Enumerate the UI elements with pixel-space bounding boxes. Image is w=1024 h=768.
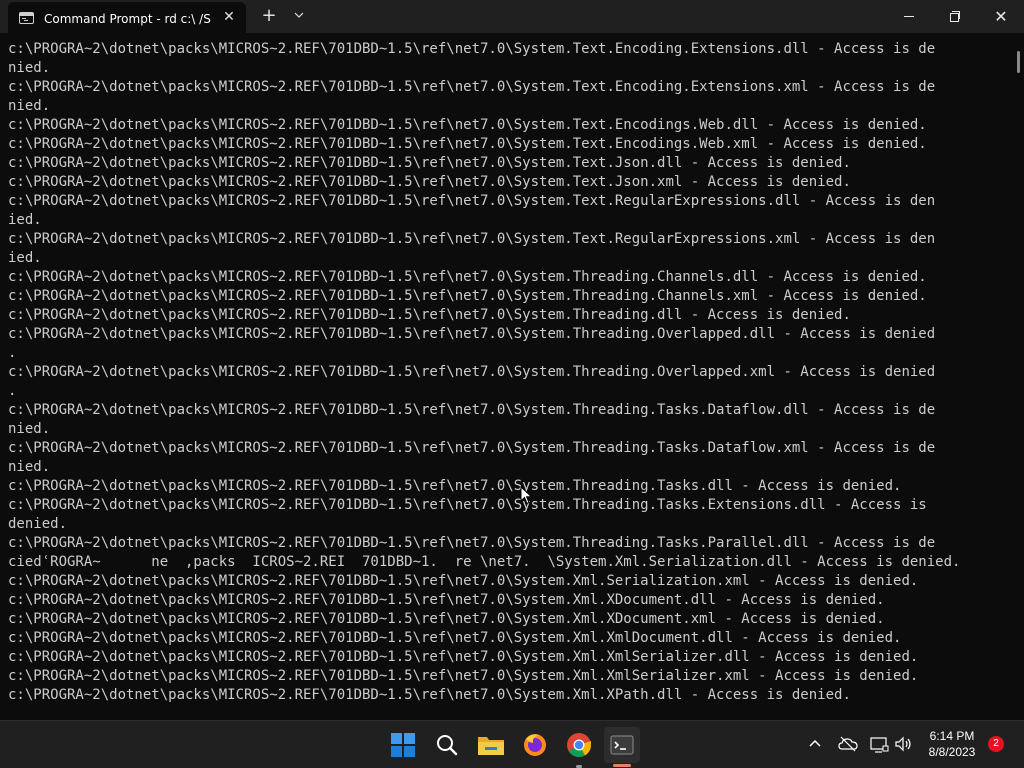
close-window-button[interactable]: ✕: [978, 0, 1024, 33]
console-line: c:\PROGRA~2\dotnet\packs\MICROS~2.REF\70…: [8, 687, 851, 703]
taskbar: 6:14 PM 8/8/2023: [0, 720, 1024, 768]
console-line: nied.: [8, 459, 51, 475]
start-button[interactable]: [385, 727, 421, 763]
network-tray-button[interactable]: [868, 733, 890, 755]
windows-start-icon: [391, 733, 415, 757]
clock-date: 8/8/2023: [928, 745, 976, 759]
console-line: c:\PROGRA~2\dotnet\packs\MICROS~2.REF\70…: [8, 573, 919, 589]
terminal-icon: [610, 735, 634, 755]
restore-button[interactable]: [932, 0, 978, 33]
console-line: c:\PROGRA~2\dotnet\packs\MICROS~2.REF\70…: [8, 535, 936, 551]
search-icon: [437, 735, 458, 756]
chrome-icon: [567, 733, 591, 758]
console-line: nied.: [8, 60, 51, 76]
tab-command-prompt[interactable]: Command Prompt - rd c:\ /S ✕: [8, 2, 246, 33]
console-line: c:\PROGRA~2\dotnet\packs\MICROS~2.REF\70…: [8, 611, 885, 627]
firefox-icon: [524, 734, 546, 756]
console-lines: c:\PROGRA~2\dotnet\packs\MICROS~2.REF\70…: [8, 40, 1008, 705]
console-line: c:\PROGRA~2\dotnet\packs\MICROS~2.REF\70…: [8, 440, 936, 456]
restore-icon: [950, 11, 960, 22]
console-line: .: [8, 383, 17, 399]
minimize-icon: [904, 15, 914, 17]
terminal-active-indicator: [613, 764, 631, 767]
cloud-offline-icon: [838, 736, 858, 752]
show-hidden-icons-button[interactable]: [804, 733, 826, 755]
network-icon: [870, 737, 889, 753]
notification-badge[interactable]: 2: [988, 736, 1004, 752]
console-line: c:\PROGRA~2\dotnet\packs\MICROS~2.REF\70…: [8, 136, 927, 152]
minimize-button[interactable]: [886, 0, 932, 33]
console-line: nied.: [8, 421, 51, 437]
terminal-button[interactable]: [604, 727, 640, 763]
console-line: c:\PROGRA~2\dotnet\packs\MICROS~2.REF\70…: [8, 174, 851, 190]
scroll-thumb[interactable]: [1017, 51, 1020, 73]
title-bar: Command Prompt - rd c:\ /S ✕ + ✕: [0, 0, 1024, 33]
console-line: c:\PROGRA~2\dotnet\packs\MICROS~2.REF\70…: [8, 668, 919, 684]
chrome-button[interactable]: [561, 727, 597, 763]
console-line: ied.: [8, 250, 42, 266]
console-line: c:\PROGRA~2\dotnet\packs\MICROS~2.REF\70…: [8, 41, 936, 57]
console-line: c:\PROGRA~2\dotnet\packs\MICROS~2.REF\70…: [8, 364, 936, 380]
console-line: c:\PROGRA~2\dotnet\packs\MICROS~2.REF\70…: [8, 193, 936, 209]
onedrive-tray-button[interactable]: [837, 733, 859, 755]
console-line: c:\PROGRA~2\dotnet\packs\MICROS~2.REF\70…: [8, 478, 902, 494]
console-line: c:\PROGRA~2\dotnet\packs\MICROS~2.REF\70…: [8, 630, 902, 646]
console-line: nied.: [8, 98, 51, 114]
console-line: c:\PROGRA~2\dotnet\packs\MICROS~2.REF\70…: [8, 326, 936, 342]
volume-icon: [895, 736, 911, 752]
tab-dropdown-button[interactable]: [288, 5, 310, 27]
volume-tray-button[interactable]: [893, 733, 915, 755]
console-line: c:\PROGRA~2\dotnet\packs\MICROS~2.REF\70…: [8, 155, 851, 171]
command-prompt-icon: [19, 12, 34, 24]
chevron-up-icon: [809, 739, 821, 747]
chevron-down-icon: [294, 12, 304, 18]
tab-title: Command Prompt - rd c:\ /S: [44, 12, 211, 26]
console-output[interactable]: c:\PROGRA~2\dotnet\packs\MICROS~2.REF\70…: [0, 33, 1024, 720]
console-line: c:\PROGRA~2\dotnet\packs\MICROS~2.REF\70…: [8, 402, 936, 418]
new-tab-button[interactable]: +: [257, 5, 281, 27]
clock-time: 6:14 PM: [929, 729, 975, 743]
console-line: c:\PROGRA~2\dotnet\packs\MICROS~2.REF\70…: [8, 649, 919, 665]
console-line: c:\PROGRA~2\dotnet\packs\MICROS~2.REF\70…: [8, 592, 885, 608]
console-line: c:\PROGRA~2\dotnet\packs\MICROS~2.REF\70…: [8, 117, 927, 133]
console-line: c:\PROGRA~2\dotnet\packs\MICROS~2.REF\70…: [8, 79, 936, 95]
search-button[interactable]: [429, 727, 465, 763]
scrollbar[interactable]: [1012, 33, 1024, 720]
close-tab-icon[interactable]: ✕: [220, 8, 238, 26]
console-line: ciedʿROGRA~ ne ,packs ICROS~2.REI 701DBD…: [8, 554, 961, 570]
console-line: c:\PROGRA~2\dotnet\packs\MICROS~2.REF\70…: [8, 288, 927, 304]
console-line: denied.: [8, 516, 68, 532]
file-explorer-button[interactable]: [473, 727, 509, 763]
console-line: c:\PROGRA~2\dotnet\packs\MICROS~2.REF\70…: [8, 231, 936, 247]
console-line: ied.: [8, 212, 42, 228]
taskbar-clock[interactable]: 6:14 PM 8/8/2023: [918, 728, 986, 762]
console-line: .: [8, 345, 17, 361]
console-line: c:\PROGRA~2\dotnet\packs\MICROS~2.REF\70…: [8, 269, 927, 285]
firefox-button[interactable]: [517, 727, 553, 763]
mouse-cursor-icon: [520, 486, 533, 505]
file-explorer-icon: [478, 737, 504, 755]
console-line: c:\PROGRA~2\dotnet\packs\MICROS~2.REF\70…: [8, 307, 851, 323]
console-line: c:\PROGRA~2\dotnet\packs\MICROS~2.REF\70…: [8, 497, 927, 513]
